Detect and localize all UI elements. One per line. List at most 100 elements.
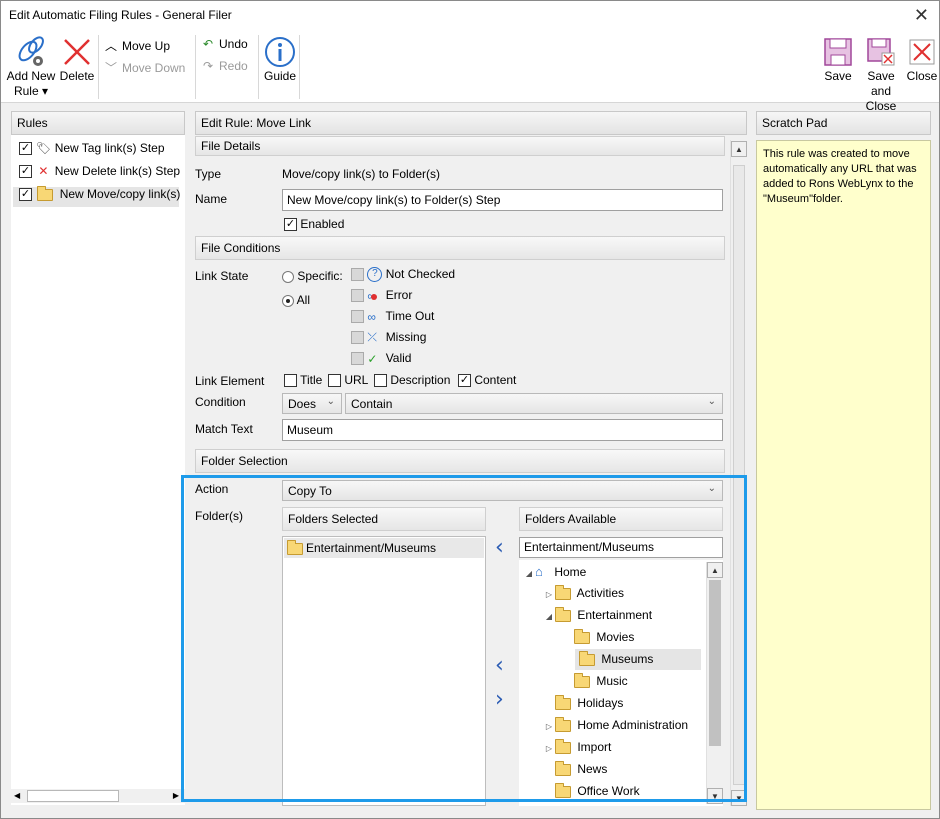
tree-label: Office Work xyxy=(577,784,640,798)
element-checkbox[interactable] xyxy=(374,374,387,388)
state-checkbox[interactable] xyxy=(351,289,364,303)
rule-item-move-copy[interactable]: New Move/copy link(s) xyxy=(13,185,180,207)
name-input[interactable]: New Move/copy link(s) to Folder(s) Step xyxy=(282,189,723,211)
tree-vscrollbar[interactable]: ▲ ▼ xyxy=(706,562,723,804)
tree-node-home[interactable]: ◢ ⌂ Home xyxy=(523,564,586,584)
chevron-down-icon: ⌄ xyxy=(326,396,335,407)
remove-folder-chevron-left-icon[interactable]: ‹ xyxy=(495,535,504,560)
rule-label: New Tag link(s) Step xyxy=(54,141,165,155)
element-title[interactable]: Title xyxy=(284,373,322,388)
type-label: Type xyxy=(195,167,222,181)
rule-checkbox[interactable] xyxy=(19,142,32,156)
window-close-icon[interactable]: ✕ xyxy=(914,5,929,26)
add-new-rule-button[interactable]: Add New Rule ▾ xyxy=(5,35,57,99)
condition-value-select[interactable]: Contain ⌄ xyxy=(345,393,723,414)
tree-node-activities[interactable]: ▷ Activities xyxy=(543,584,625,606)
rule-checkbox[interactable] xyxy=(19,165,32,179)
scroll-down-icon[interactable]: ▼ xyxy=(731,790,747,806)
rule-item-delete[interactable]: ✕ New Delete link(s) Step xyxy=(19,164,185,184)
element-checkbox[interactable] xyxy=(284,374,297,388)
list-item[interactable]: Entertainment/Museums xyxy=(284,538,484,558)
enabled-check[interactable] xyxy=(284,218,297,232)
condition-op-value: Does xyxy=(288,397,317,411)
match-text-input[interactable]: Museum xyxy=(282,419,723,441)
redo-button[interactable]: ↷ Redo xyxy=(200,59,248,73)
tree-node-news[interactable]: News xyxy=(543,760,607,782)
guide-button[interactable]: Guide xyxy=(262,35,298,83)
state-label: Valid xyxy=(385,351,412,365)
element-description[interactable]: Description xyxy=(374,373,450,388)
enabled-checkbox[interactable]: Enabled xyxy=(284,217,344,232)
save-and-close-label: Save and Close xyxy=(865,69,897,113)
scroll-down-icon[interactable]: ▼ xyxy=(707,788,723,804)
state-not-checked[interactable]: ? Not Checked xyxy=(351,267,456,283)
close-button[interactable]: Close xyxy=(906,35,938,83)
tree-label: Movies xyxy=(596,630,635,644)
folder-icon xyxy=(555,716,571,732)
tree-node-entertainment[interactable]: ◢ Entertainment xyxy=(543,606,652,628)
save-button[interactable]: Save xyxy=(821,35,855,83)
rule-checkbox[interactable] xyxy=(19,188,32,202)
save-and-close-button[interactable]: Save and Close xyxy=(856,35,906,114)
scroll-up-icon[interactable]: ▲ xyxy=(707,562,723,578)
chevron-up-icon: ︿ xyxy=(104,39,117,53)
redo-icon: ↷ xyxy=(202,59,214,73)
folder-icon xyxy=(555,694,571,710)
state-error[interactable]: ∞ Error xyxy=(351,288,412,303)
element-content[interactable]: Content xyxy=(458,373,516,388)
folders-selected-header: Folders Selected xyxy=(282,507,486,531)
action-label: Action xyxy=(195,482,229,496)
delete-button[interactable]: Delete xyxy=(59,35,95,83)
state-time-out[interactable]: ∞ Time Out xyxy=(351,309,434,324)
all-radio-dot[interactable] xyxy=(282,294,294,307)
check-icon: ✓ xyxy=(367,351,378,366)
collapsed-icon: ▷ xyxy=(545,744,553,753)
scroll-up-icon[interactable]: ▲ xyxy=(731,141,747,157)
state-valid[interactable]: ✓ Valid xyxy=(351,351,411,366)
state-label: Not Checked xyxy=(385,267,456,281)
specific-radio-dot[interactable] xyxy=(282,270,294,283)
tree-node-home-administration[interactable]: ▷ Home Administration xyxy=(543,716,688,738)
add-folder-chevron-right-icon[interactable]: › xyxy=(495,687,504,712)
folder-icon xyxy=(555,584,571,600)
element-checkbox[interactable] xyxy=(328,374,341,388)
move-down-button[interactable]: ﹀ Move Down xyxy=(103,59,185,76)
chevron-down-icon: ⌄ xyxy=(707,396,716,407)
folder-icon xyxy=(555,760,571,776)
state-checkbox[interactable] xyxy=(351,331,364,345)
element-url[interactable]: URL xyxy=(328,373,368,388)
move-up-button[interactable]: ︿ Move Up xyxy=(103,37,170,54)
all-radio[interactable]: All xyxy=(282,293,310,307)
move-up-label: Move Up xyxy=(122,39,171,53)
save-close-icon xyxy=(867,38,895,66)
tree-node-office-work[interactable]: Office Work xyxy=(543,782,640,804)
state-missing[interactable]: ⤫ Missing xyxy=(351,330,426,345)
tree-node-music[interactable]: Music xyxy=(562,672,628,694)
tree-node-museums[interactable]: Museums xyxy=(575,649,701,670)
tree-label: Home xyxy=(554,565,587,579)
undo-button[interactable]: ↶ Undo xyxy=(200,37,248,51)
state-checkbox[interactable] xyxy=(351,352,364,366)
action-select[interactable]: Copy To ⌄ xyxy=(282,480,723,501)
chevron-left-icon[interactable]: ‹ xyxy=(495,653,504,678)
condition-op-select[interactable]: Does ⌄ xyxy=(282,393,342,414)
folder-icon xyxy=(574,672,590,688)
close-icon xyxy=(909,39,935,65)
folder-icon xyxy=(579,650,595,666)
save-label: Save xyxy=(824,69,852,83)
folders-selected-list: Entertainment/Museums xyxy=(282,536,486,806)
editor-vscrollbar[interactable]: ▲ ▼ xyxy=(730,140,747,806)
folders-search-input[interactable]: Entertainment/Museums xyxy=(519,537,723,558)
tree-node-import[interactable]: ▷ Import xyxy=(543,738,611,760)
rule-item-tag[interactable]: 🏷 New Tag link(s) Step xyxy=(19,141,185,161)
rules-hscrollbar[interactable]: ◀ ▶ xyxy=(11,789,185,803)
tree-node-holidays[interactable]: Holidays xyxy=(543,694,623,716)
state-checkbox[interactable] xyxy=(351,268,364,282)
specific-radio[interactable]: Specific: xyxy=(282,269,343,283)
tree-node-movies[interactable]: Movies xyxy=(562,628,635,650)
tree-label: Activities xyxy=(576,586,625,600)
state-checkbox[interactable] xyxy=(351,310,364,324)
scratch-pad-text[interactable]: This rule was created to move automatica… xyxy=(756,140,931,810)
element-checkbox[interactable] xyxy=(458,374,471,388)
folder-icon xyxy=(287,539,303,555)
